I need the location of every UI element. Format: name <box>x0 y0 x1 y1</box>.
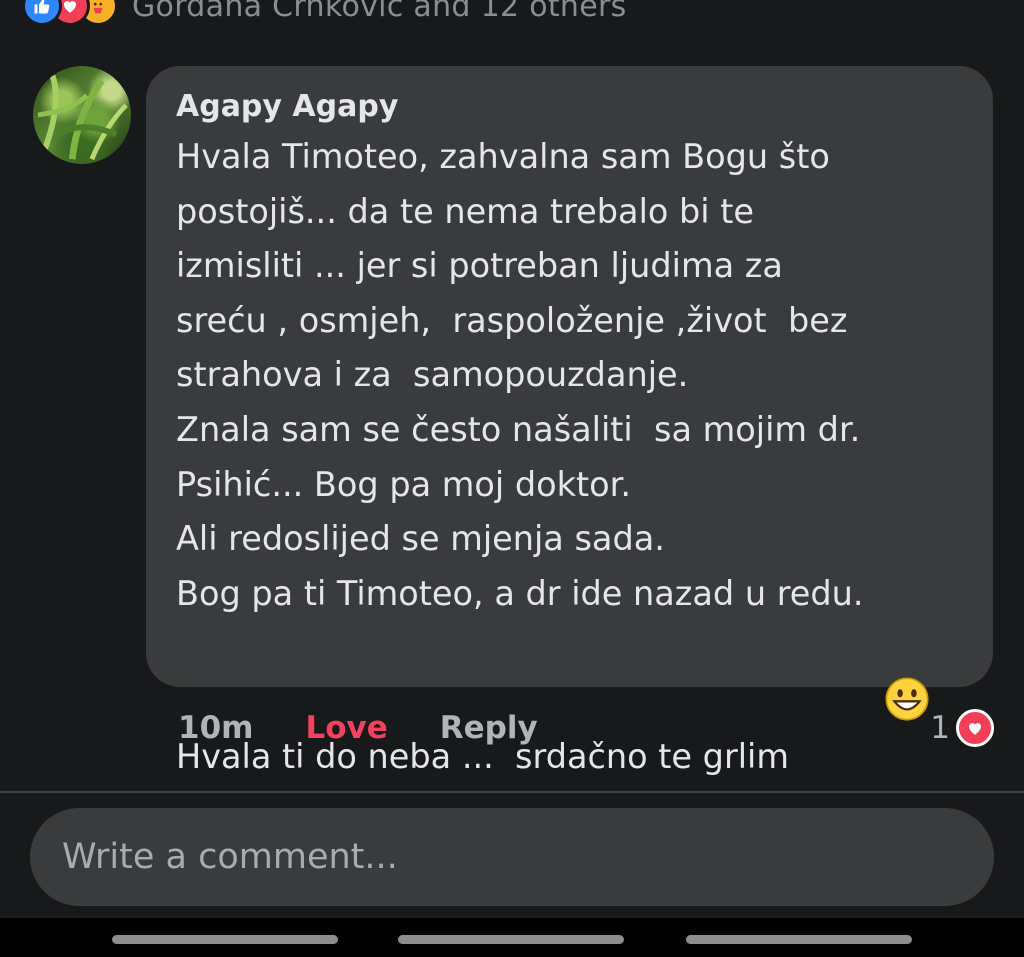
comment-text: Hvala Timoteo, zahvalna sam Bogu što pos… <box>176 130 963 785</box>
comment-line: strahova i za samopouzdanje. <box>176 355 689 395</box>
comment-reaction-count[interactable]: 1 <box>930 709 994 747</box>
comment-line: Psihić... Bog pa moj doktor. <box>176 464 631 504</box>
reply-button[interactable]: Reply <box>440 710 538 746</box>
reactions-summary-text[interactable]: Gordana Crnković and 12 others <box>132 0 627 24</box>
comment-line: Ali redoslijed se mjenja sada. <box>176 519 665 559</box>
avatar-image <box>37 74 128 161</box>
grinning-face-emoji-icon <box>799 621 929 721</box>
avatar[interactable] <box>33 66 131 164</box>
comment-line: Znala sam se često našaliti sa mojim dr. <box>176 409 861 449</box>
reactions-summary[interactable]: Gordana Crnković and 12 others <box>0 0 627 26</box>
write-comment-input[interactable] <box>30 808 994 906</box>
love-button[interactable]: Love <box>305 710 387 746</box>
comment-line: Bog pa ti Timoteo, a dr ide nazad u redu… <box>176 573 864 613</box>
like-icon <box>22 0 62 26</box>
comment-line: postojiš... da te nema trebalo bi te <box>176 191 754 231</box>
comment-actions: 10m Love Reply 1 <box>178 705 994 751</box>
comment-line: izmisliti ... jer si potreban ljudima za <box>176 246 783 286</box>
comment-author[interactable]: Agapy Agapy <box>176 88 963 126</box>
comment-bubble: Agapy Agapy Hvala Timoteo, zahvalna sam … <box>146 66 993 777</box>
heart-icon <box>956 709 994 747</box>
nav-recent-apps-handle[interactable] <box>112 935 338 944</box>
divider <box>0 791 1024 793</box>
comment-line: Hvala Timoteo, zahvalna sam Bogu što <box>176 137 830 176</box>
nav-home-handle[interactable] <box>398 935 624 944</box>
nav-back-handle[interactable] <box>686 935 912 944</box>
comment-timestamp[interactable]: 10m <box>178 710 253 746</box>
comment-line-last: Hvala ti do neba ... srdačno te grlim <box>176 621 963 785</box>
comment-line: sreću , osmjeh, raspoloženje ,život bez <box>176 300 848 340</box>
reaction-count-value: 1 <box>930 710 950 746</box>
